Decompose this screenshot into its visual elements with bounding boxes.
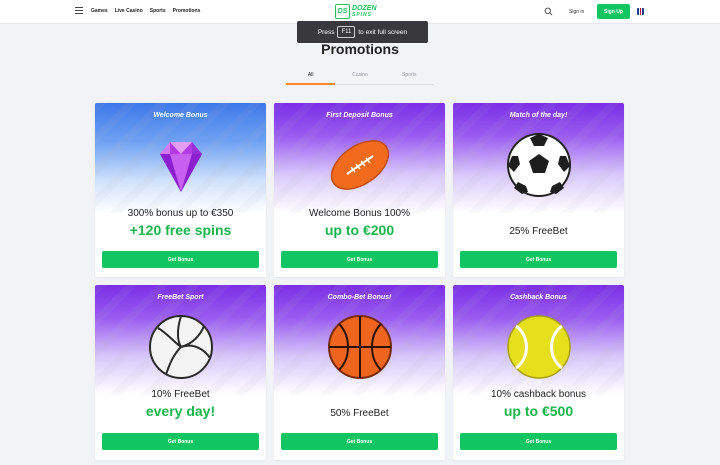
football-icon <box>330 140 389 190</box>
card-title: Cashback Bonus <box>510 294 567 301</box>
card-title: Welcome Bonus <box>153 112 208 119</box>
toast-text-before: Press <box>317 28 335 36</box>
logo-line2: SPINS <box>352 11 373 18</box>
card-title: Match of the day! <box>509 112 568 119</box>
promo-card-combo-bet: Combo-Bet Bonus! 50% FreeBet Get Bonus <box>274 285 445 460</box>
promo-card-match-of-the-day: Match of the day! 25% FreeBet Get Bonus <box>453 103 624 277</box>
promo-tabs: All Casino Sports <box>286 69 434 85</box>
card-offer-text: Welcome Bonus 100% <box>309 208 410 219</box>
sign-in-link[interactable]: Sign in <box>569 9 584 15</box>
tennis-ball-icon <box>506 315 571 379</box>
card-offer-text: 300% bonus up to €350 <box>127 208 234 219</box>
get-bonus-button[interactable]: Get Bonus <box>102 433 259 450</box>
nav-live-casino[interactable]: Live Casino <box>115 8 143 14</box>
card-offer-highlight: every day! <box>145 403 216 419</box>
tab-casino[interactable]: Casino <box>335 69 384 84</box>
site-logo[interactable]: DS DOZEN SPINS <box>335 4 377 19</box>
get-bonus-button[interactable]: Get Bonus <box>281 433 438 450</box>
tab-sports[interactable]: Sports <box>385 69 434 84</box>
logo-mark-icon: DS <box>335 4 350 19</box>
fullscreen-toast: Press F11 to exit full screen <box>297 21 428 43</box>
page-title: Promotions <box>321 41 399 57</box>
soccer-ball-icon <box>506 133 571 197</box>
logo-text: DOZEN SPINS <box>352 4 377 18</box>
card-offer-highlight: up to €500 <box>503 403 574 419</box>
get-bonus-button[interactable]: Get Bonus <box>281 251 438 268</box>
card-offer-text: 10% FreeBet <box>151 389 210 400</box>
card-offer-highlight: up to €200 <box>324 222 395 238</box>
basketball-icon <box>327 315 392 379</box>
card-offer-text: 10% cashback bonus <box>490 389 587 400</box>
toast-key: F11 <box>337 26 356 38</box>
nav-games[interactable]: Games <box>91 8 108 14</box>
promo-card-welcome-bonus: Welcome Bonus 300% bonus up to €350 +120… <box>95 103 266 277</box>
card-offer-text: 25% FreeBet <box>509 226 568 237</box>
get-bonus-button[interactable]: Get Bonus <box>460 433 617 450</box>
card-offer-highlight: +120 free spins <box>129 222 232 238</box>
card-offer-text: 50% FreeBet <box>330 408 389 419</box>
promo-card-freebet-sport: FreeBet Sport 10% FreeBet every day! Get… <box>95 285 266 460</box>
get-bonus-button[interactable]: Get Bonus <box>102 251 259 268</box>
search-icon[interactable] <box>544 7 553 16</box>
card-title: First Deposit Bonus <box>326 112 393 119</box>
get-bonus-button[interactable]: Get Bonus <box>460 251 617 268</box>
sign-up-button[interactable]: Sign Up <box>597 4 630 19</box>
promo-card-cashback: Cashback Bonus 10% cashback bonus up to … <box>453 285 624 460</box>
toast-text-after: to exit full screen <box>358 28 408 36</box>
promo-card-first-deposit: First Deposit Bonus Welcome Bonus 100% u… <box>274 103 445 277</box>
hamburger-menu-icon[interactable] <box>75 7 83 15</box>
diamond-icon <box>159 142 202 192</box>
nav-sports[interactable]: Sports <box>150 8 166 14</box>
card-title: Combo-Bet Bonus! <box>327 294 392 301</box>
language-flag-icon[interactable] <box>637 8 644 15</box>
tab-all[interactable]: All <box>286 69 336 85</box>
main-nav: Games Live Casino Sports Promotions <box>91 8 200 14</box>
logo-line1: DOZEN <box>352 4 377 12</box>
nav-promotions[interactable]: Promotions <box>173 8 201 14</box>
card-title: FreeBet Sport <box>157 294 204 301</box>
volleyball-icon <box>148 315 213 379</box>
